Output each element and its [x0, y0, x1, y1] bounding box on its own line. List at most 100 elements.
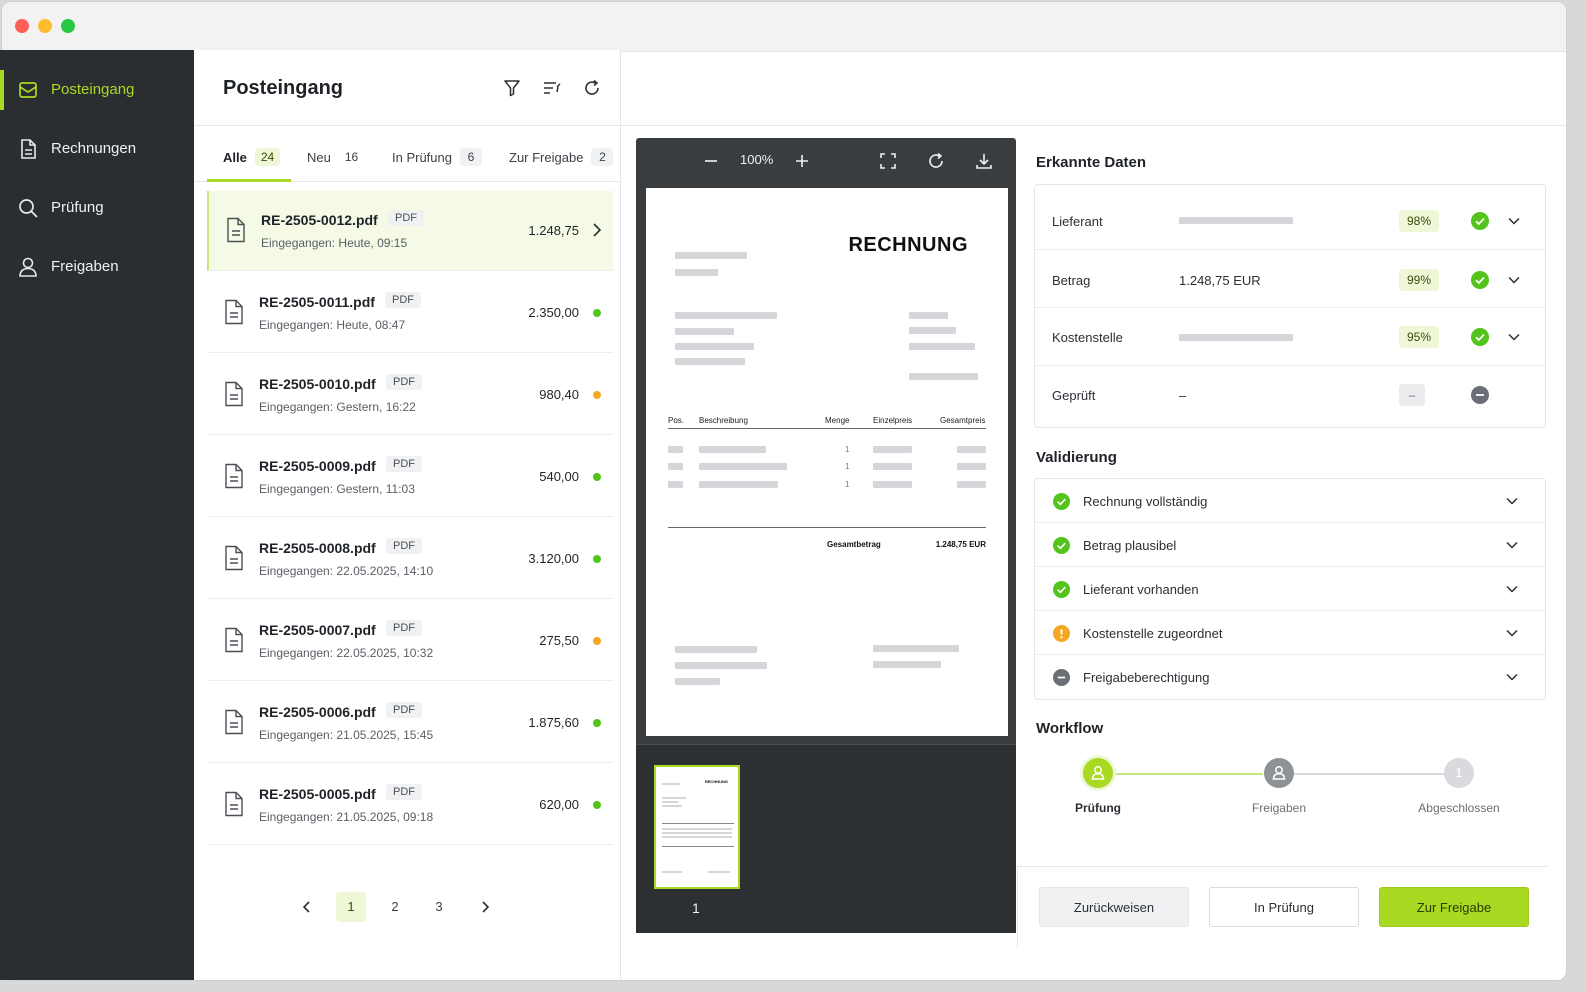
thumbnail-line	[662, 805, 682, 807]
document-viewer: 100% RECHNUNG Pos. Beschreibung Menge Ei…	[636, 138, 1016, 933]
zoom-out-icon[interactable]	[701, 151, 721, 171]
chevron-down-icon[interactable]	[1507, 273, 1521, 287]
status-dot	[593, 555, 601, 563]
page-button-2[interactable]: 2	[380, 892, 410, 922]
invoice-amount: 2.350,00	[528, 305, 579, 320]
redacted-line	[909, 373, 978, 380]
in-review-button[interactable]: In Prüfung	[1209, 887, 1359, 927]
tab-alle[interactable]: Alle 24	[223, 148, 281, 166]
tab-zur-freigabe[interactable]: Zur Freigabe 2	[509, 148, 614, 166]
zoom-in-icon[interactable]	[792, 151, 812, 171]
check-circle-icon	[1471, 212, 1489, 230]
document-icon	[225, 627, 243, 653]
thumbnail-line	[662, 823, 734, 824]
check-circle-icon	[1471, 328, 1489, 346]
sidebar-item-label: Rechnungen	[51, 140, 137, 157]
quantity-cell: 1	[845, 462, 850, 471]
data-row-lieferant[interactable]: Lieferant 98%	[1035, 185, 1545, 250]
file-name: RE-2505-0012.pdf	[261, 212, 378, 228]
approve-button[interactable]: Zur Freigabe	[1379, 887, 1529, 927]
data-row-geprueft[interactable]: Geprüft – –	[1035, 366, 1545, 427]
rotate-icon[interactable]	[926, 151, 946, 171]
sidebar-item-label: Posteingang	[51, 81, 135, 98]
fullscreen-icon[interactable]	[878, 151, 898, 171]
invoice-amount: 540,00	[539, 469, 579, 484]
file-row[interactable]: RE-2505-0010.pdf PDF Eingegangen: Gestern,…	[207, 355, 613, 435]
file-row[interactable]: RE-2505-0007.pdf PDF Eingegangen: 22.05.20…	[207, 601, 613, 681]
received-date: Eingegangen: 22.05.2025, 14:10	[259, 564, 434, 578]
file-type-badge: PDF	[386, 702, 422, 718]
file-row[interactable]: RE-2505-0006.pdf PDF Eingegangen: 21.05.20…	[207, 683, 613, 763]
refresh-icon[interactable]	[582, 78, 602, 98]
workflow-step-label: Freigaben	[1251, 801, 1307, 815]
sort-icon[interactable]	[542, 78, 562, 98]
field-value: 1.248,75 EUR	[1179, 273, 1261, 288]
validation-item-betrag-plausibel[interactable]: Betrag plausibel	[1035, 523, 1545, 567]
validation-label: Betrag plausibel	[1083, 538, 1177, 553]
quantity-cell: 1	[845, 445, 850, 454]
status-dot	[593, 637, 601, 645]
data-row-kostenstelle[interactable]: Kostenstelle 95%	[1035, 308, 1545, 366]
total-label: Gesamtbetrag	[827, 540, 881, 549]
file-row[interactable]: RE-2505-0008.pdf PDF Eingegangen: 22.05.20…	[207, 519, 613, 599]
data-row-betrag[interactable]: Betrag 1.248,75 EUR 99%	[1035, 250, 1545, 308]
page-thumbnails: RECHNUNG 1	[636, 744, 1016, 933]
chevron-down-icon[interactable]	[1505, 626, 1519, 640]
validation-item-kostenstelle-zugeordnet[interactable]: Kostenstelle zugeordnet	[1035, 611, 1545, 655]
chevron-down-icon[interactable]	[1505, 494, 1519, 508]
chevron-down-icon[interactable]	[1507, 330, 1521, 344]
chevron-down-icon[interactable]	[1505, 582, 1519, 596]
redacted-line	[675, 269, 718, 276]
file-row[interactable]: RE-2505-0009.pdf PDF Eingegangen: Gestern,…	[207, 437, 613, 517]
table-rule	[668, 527, 986, 528]
page-thumbnail[interactable]: RECHNUNG	[654, 765, 740, 889]
document-icon	[225, 791, 243, 817]
status-dot	[593, 801, 601, 809]
validation-item-freigabeberechtigung[interactable]: Freigabeberechtigung	[1035, 655, 1545, 699]
next-page-button[interactable]	[470, 892, 500, 922]
sidebar-item-rechnungen[interactable]: Rechnungen	[0, 129, 194, 169]
validation-item-lieferant-vorhanden[interactable]: Lieferant vorhanden	[1035, 567, 1545, 611]
file-row[interactable]: RE-2505-0012.pdf PDF Eingegangen: Heute, 0…	[207, 191, 613, 271]
sidebar-item-posteingang[interactable]: Posteingang	[0, 70, 194, 110]
workflow-step-abgeschlossen[interactable]: 1	[1444, 758, 1474, 788]
workflow-step-freigaben[interactable]	[1264, 758, 1294, 788]
workflow-step-pruefung[interactable]	[1083, 758, 1113, 788]
sidebar: Posteingang Rechnungen Prüfung Freigaben	[0, 50, 194, 980]
prev-page-button[interactable]	[292, 892, 322, 922]
user-icon	[1272, 766, 1286, 780]
sidebar-item-freigaben[interactable]: Freigaben	[0, 247, 194, 287]
redacted-cell	[957, 463, 986, 470]
file-row[interactable]: RE-2505-0011.pdf PDF Eingegangen: Heute, 0…	[207, 273, 613, 353]
download-icon[interactable]	[974, 151, 994, 171]
file-row[interactable]: RE-2505-0005.pdf PDF Eingegangen: 21.05.20…	[207, 765, 613, 845]
document-icon	[227, 217, 245, 243]
chevron-down-icon[interactable]	[1505, 538, 1519, 552]
tab-in-pruefung[interactable]: In Prüfung 6	[392, 148, 482, 166]
filter-icon[interactable]	[502, 78, 522, 98]
close-window-button[interactable]	[15, 19, 29, 33]
check-circle-icon	[1053, 537, 1070, 554]
maximize-window-button[interactable]	[61, 19, 75, 33]
count-badge: 2	[591, 148, 614, 166]
chevron-down-icon[interactable]	[1507, 214, 1521, 228]
tab-neu[interactable]: Neu 16	[307, 148, 364, 166]
page-button-3[interactable]: 3	[424, 892, 454, 922]
minimize-window-button[interactable]	[38, 19, 52, 33]
check-circle-icon	[1053, 581, 1070, 598]
redacted-value	[1179, 217, 1293, 224]
page-number: 1	[692, 900, 700, 916]
sidebar-item-pruefung[interactable]: Prüfung	[0, 188, 194, 228]
sidebar-item-label: Prüfung	[51, 199, 104, 216]
reject-button[interactable]: Zurückweisen	[1039, 887, 1189, 927]
filter-tabs: Alle 24 Neu 16 In Prüfung 6 Zur Freigabe…	[194, 126, 621, 182]
invoice-amount: 620,00	[539, 797, 579, 812]
chevron-down-icon[interactable]	[1505, 670, 1519, 684]
file-type-badge: PDF	[386, 538, 422, 554]
validation-item-rechnung-vollstaendig[interactable]: Rechnung vollständig	[1035, 479, 1545, 523]
user-icon	[19, 257, 37, 277]
page-button-1[interactable]: 1	[336, 892, 366, 922]
file-name: RE-2505-0007.pdf	[259, 622, 376, 638]
validation-label: Kostenstelle zugeordnet	[1083, 626, 1223, 641]
validation-card: Rechnung vollständig Betrag plausibel Li…	[1034, 478, 1546, 700]
